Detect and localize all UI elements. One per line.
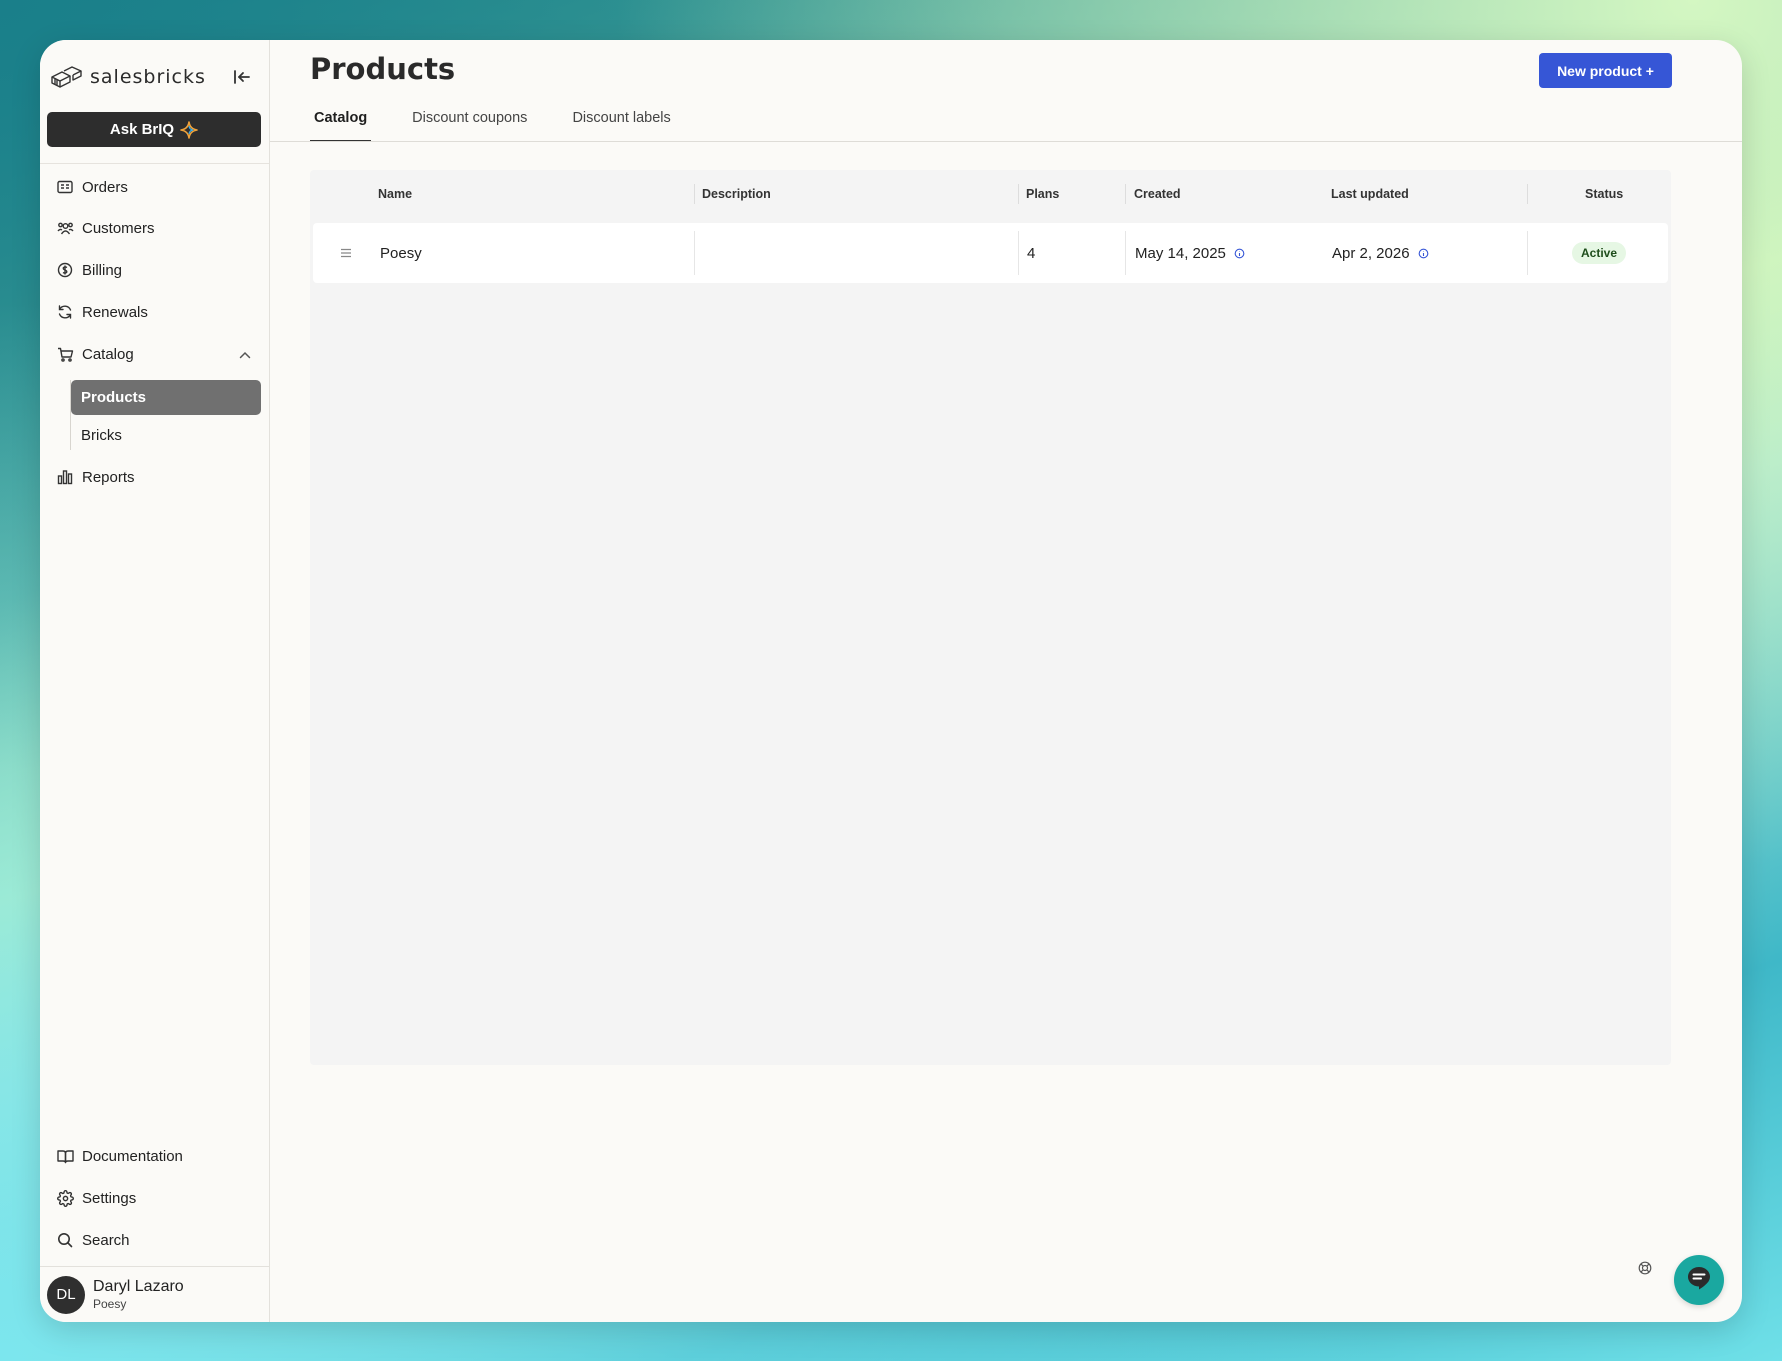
- sidebar-item-renewals[interactable]: Renewals: [56, 295, 261, 329]
- products-table: Name Description Plans Created Last upda…: [310, 170, 1671, 1065]
- app-window: salesbricks Ask BrIQ Orders Customers Bi…: [40, 40, 1742, 1322]
- sidebar-item-label: Reports: [82, 468, 135, 486]
- product-created: May 14, 2025: [1135, 223, 1245, 283]
- tabs: Catalog Discount coupons Discount labels: [310, 102, 712, 142]
- column-header-plans[interactable]: Plans: [1026, 170, 1059, 217]
- sidebar-item-label: Catalog: [82, 345, 134, 363]
- cell-separator: [1018, 231, 1019, 275]
- column-header-status[interactable]: Status: [1585, 170, 1623, 217]
- sidebar-item-label: Customers: [82, 219, 155, 237]
- brand: salesbricks: [50, 62, 257, 92]
- column-header-name[interactable]: Name: [378, 170, 412, 217]
- user-info: Daryl Lazaro Poesy: [93, 1278, 184, 1311]
- gear-icon: [56, 1189, 74, 1207]
- column-header-last-updated[interactable]: Last updated: [1331, 170, 1409, 217]
- user-profile[interactable]: DL Daryl Lazaro Poesy: [40, 1266, 269, 1322]
- chat-bubble-icon: [1686, 1265, 1712, 1296]
- book-icon: [56, 1147, 74, 1165]
- product-name: Poesy: [380, 244, 422, 262]
- sidebar-item-bricks[interactable]: Bricks: [71, 418, 261, 453]
- brand-name: salesbricks: [90, 66, 206, 88]
- new-product-button[interactable]: New product +: [1539, 53, 1672, 88]
- sidebar-item-label: Billing: [82, 261, 123, 279]
- salesbricks-logo-icon: [50, 65, 84, 89]
- tab-catalog[interactable]: Catalog: [310, 102, 372, 142]
- avatar: DL: [47, 1275, 85, 1314]
- cart-icon: [56, 345, 74, 363]
- product-status: Active: [1572, 223, 1627, 283]
- main-content: Products New product + Catalog Discount …: [270, 40, 1742, 1322]
- status-badge: Active: [1572, 242, 1627, 264]
- sidebar-item-search[interactable]: Search: [56, 1223, 261, 1257]
- sidebar-item-products[interactable]: Products: [71, 380, 261, 415]
- sidebar: salesbricks Ask BrIQ Orders Customers Bi…: [40, 40, 270, 1322]
- ask-briq-label: Ask BrIQ: [109, 121, 175, 138]
- product-last-updated: Apr 2, 2026: [1332, 223, 1429, 283]
- sidebar-item-orders[interactable]: Orders: [56, 170, 261, 204]
- info-icon[interactable]: [1234, 248, 1245, 259]
- sidebar-item-label: Search: [82, 1231, 130, 1249]
- orders-icon: [56, 178, 74, 196]
- user-name: Daryl Lazaro: [93, 1278, 184, 1295]
- drag-handle-icon[interactable]: [340, 223, 352, 283]
- bar-chart-icon: [56, 468, 74, 486]
- info-icon[interactable]: [1418, 248, 1429, 259]
- created-date: May 14, 2025: [1135, 244, 1226, 262]
- collapse-sidebar-icon[interactable]: [229, 64, 255, 90]
- dollar-circle-icon: [56, 261, 74, 279]
- cell-separator: [1527, 231, 1528, 275]
- sidebar-item-label: Bricks: [81, 427, 122, 444]
- sidebar-item-label: Documentation: [82, 1147, 183, 1165]
- sidebar-divider: [40, 163, 269, 164]
- sidebar-item-customers[interactable]: Customers: [56, 211, 261, 245]
- customers-icon: [56, 219, 74, 237]
- sidebar-item-documentation[interactable]: Documentation: [56, 1139, 261, 1173]
- column-separator: [694, 184, 695, 204]
- sidebar-item-reports[interactable]: Reports: [56, 460, 261, 494]
- cell-separator: [694, 231, 695, 275]
- sidebar-item-settings[interactable]: Settings: [56, 1181, 261, 1215]
- sparkle-icon: [180, 120, 198, 139]
- sidebar-item-catalog[interactable]: Catalog: [56, 337, 261, 371]
- user-org: Poesy: [93, 1297, 127, 1311]
- table-header: Name Description Plans Created Last upda…: [310, 170, 1671, 217]
- column-header-description[interactable]: Description: [702, 170, 771, 217]
- sidebar-item-billing[interactable]: Billing: [56, 253, 261, 287]
- chevron-up-icon[interactable]: [239, 346, 251, 363]
- product-plans: 4: [1027, 244, 1036, 262]
- column-separator: [1125, 184, 1126, 204]
- lifebuoy-help-icon[interactable]: [1638, 1261, 1652, 1280]
- tab-discount-labels[interactable]: Discount labels: [568, 102, 674, 140]
- sidebar-item-label: Orders: [82, 178, 128, 196]
- column-header-created[interactable]: Created: [1134, 170, 1181, 217]
- page-title: Products: [310, 52, 456, 86]
- sidebar-item-label: Renewals: [82, 303, 148, 321]
- column-separator: [1018, 184, 1019, 204]
- ask-briq-button[interactable]: Ask BrIQ: [47, 112, 261, 147]
- sidebar-item-label: Settings: [82, 1189, 137, 1207]
- sidebar-item-label: Products: [81, 389, 147, 406]
- cell-separator: [1125, 231, 1126, 275]
- table-row[interactable]: Poesy 4 May 14, 2025 Apr 2, 2026 Active: [313, 223, 1668, 283]
- search-icon: [56, 1231, 74, 1249]
- tabs-divider: [270, 141, 1742, 142]
- chat-button[interactable]: [1674, 1255, 1724, 1305]
- refresh-icon: [56, 303, 74, 321]
- tab-discount-coupons[interactable]: Discount coupons: [408, 102, 531, 140]
- last-updated-date: Apr 2, 2026: [1332, 244, 1410, 262]
- column-separator: [1527, 184, 1528, 204]
